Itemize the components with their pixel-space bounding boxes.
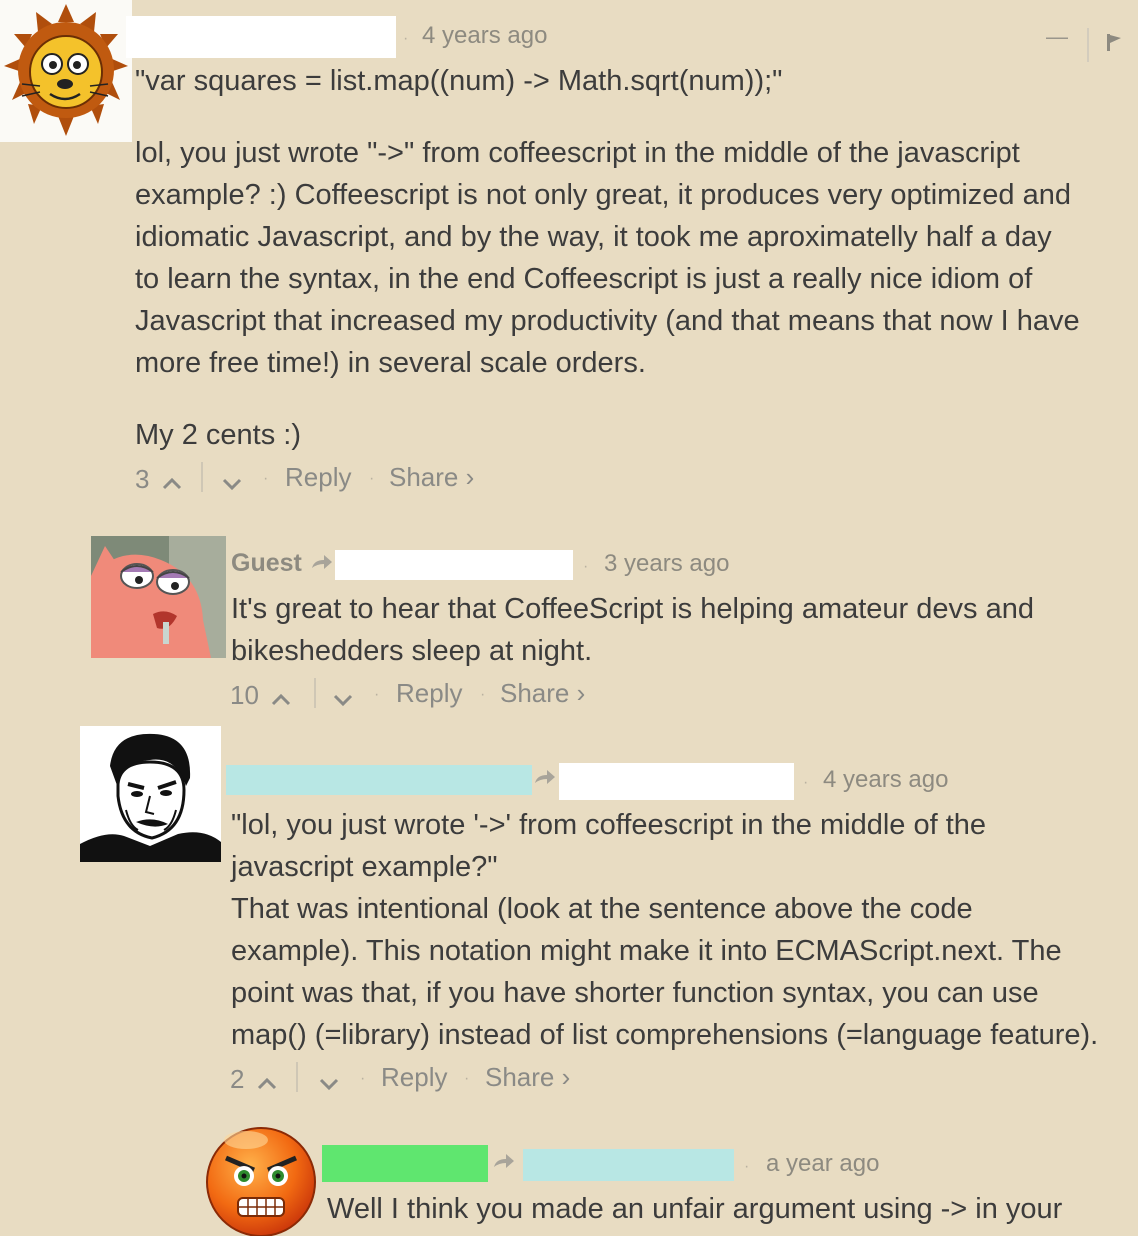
separator-dot: · xyxy=(263,470,269,487)
share-link[interactable]: Share › xyxy=(389,462,474,493)
upvote-icon[interactable] xyxy=(270,684,292,715)
comment-body: It's great to hear that CoffeeScript is … xyxy=(231,588,1034,672)
comment-line: point was that, if you have shorter func… xyxy=(231,977,1039,1009)
downvote-icon[interactable] xyxy=(332,686,354,717)
comment-line: "lol, you just wrote '->' from coffeescr… xyxy=(231,809,987,841)
separator-dot: · xyxy=(369,470,375,487)
reply-link[interactable]: Reply xyxy=(396,678,462,709)
reply-target-redacted[interactable] xyxy=(335,550,573,580)
reply-to-arrow-icon xyxy=(492,1151,516,1176)
comment-line: example? :) Coffeescript is not only gre… xyxy=(135,179,1071,211)
author-name[interactable]: Guest xyxy=(231,549,302,578)
comment-line: idiomatic Javascript, and by the way, it… xyxy=(135,221,1052,253)
angry-face-avatar[interactable] xyxy=(204,1124,318,1236)
vote-count: 3 xyxy=(135,464,150,494)
comment-line: bikeshedders sleep at night. xyxy=(231,635,593,667)
comment-line: more free time!) in several scale orders… xyxy=(135,347,646,379)
vote-count: 2 xyxy=(230,1064,245,1094)
separator-dot: · xyxy=(744,1158,750,1175)
patrick-star-avatar[interactable] xyxy=(91,536,226,658)
comment-timestamp[interactable]: 4 years ago xyxy=(823,766,948,794)
comment-line: example). This notation might make it in… xyxy=(231,935,1062,967)
author-name-redacted[interactable] xyxy=(126,16,396,58)
share-link[interactable]: Share › xyxy=(500,678,585,709)
comment-line: javascript example?" xyxy=(231,851,498,883)
comment-line: That was intentional (look at the senten… xyxy=(231,893,973,925)
header-divider xyxy=(1087,28,1089,62)
reply-to-arrow-icon xyxy=(533,767,557,792)
comment-body: Well I think you made an unfair argument… xyxy=(327,1188,1062,1230)
separator-dot: · xyxy=(374,686,380,703)
vote-divider xyxy=(314,678,316,708)
flag-icon[interactable] xyxy=(1104,32,1124,57)
meme-face-avatar[interactable] xyxy=(80,726,221,862)
reply-link[interactable]: Reply xyxy=(381,1062,447,1093)
comment-line: to learn the syntax, in the end Coffeesc… xyxy=(135,263,1033,295)
comment-timestamp[interactable]: 3 years ago xyxy=(604,550,729,578)
separator-dot: · xyxy=(803,774,809,791)
comment-body: lol, you just wrote "->" from coffeescri… xyxy=(135,132,1080,384)
separator-dot: · xyxy=(403,30,409,47)
reply-to-arrow-icon xyxy=(310,552,334,577)
comment-body: "lol, you just wrote '->' from coffeescr… xyxy=(231,804,1098,1056)
comment-actions: 3 · Reply · Share › xyxy=(135,462,735,496)
upvote-icon[interactable] xyxy=(256,1068,278,1099)
comment-actions: 2 · Reply · Share › xyxy=(230,1062,830,1096)
reply-target-redacted[interactable] xyxy=(523,1149,734,1181)
downvote-icon[interactable] xyxy=(318,1070,340,1101)
quoted-code-line: "var squares = list.map((num) -> Math.sq… xyxy=(135,65,783,97)
lion-avatar[interactable] xyxy=(0,0,132,142)
author-name-redacted[interactable] xyxy=(322,1145,488,1182)
comment-line: Well I think you made an unfair argument… xyxy=(327,1193,1063,1225)
separator-dot: · xyxy=(360,1070,366,1087)
comment-line: Javascript that increased my productivit… xyxy=(135,305,1080,337)
vote-divider xyxy=(201,462,203,492)
comment-line: It's great to hear that CoffeeScript is … xyxy=(231,593,1034,625)
author-name-redacted[interactable] xyxy=(226,765,532,795)
vote-divider xyxy=(296,1062,298,1092)
share-link[interactable]: Share › xyxy=(485,1062,570,1093)
comment-actions: 10 · Reply · Share › xyxy=(230,678,830,712)
upvote-icon[interactable] xyxy=(161,468,183,499)
reply-target-redacted[interactable] xyxy=(559,763,794,800)
comment-closing: My 2 cents :) xyxy=(135,419,301,451)
comment-line: lol, you just wrote "->" from coffeescri… xyxy=(135,137,1020,169)
downvote-icon[interactable] xyxy=(221,470,243,501)
separator-dot: · xyxy=(583,558,589,575)
comment-line: map() (=library) instead of list compreh… xyxy=(231,1019,1099,1051)
minimize-button[interactable]: — xyxy=(1046,24,1068,50)
separator-dot: · xyxy=(464,1070,470,1087)
separator-dot: · xyxy=(480,686,486,703)
vote-count: 10 xyxy=(230,680,259,710)
reply-link[interactable]: Reply xyxy=(285,462,351,493)
comment-timestamp[interactable]: a year ago xyxy=(766,1150,879,1178)
comment-timestamp[interactable]: 4 years ago xyxy=(422,22,547,50)
